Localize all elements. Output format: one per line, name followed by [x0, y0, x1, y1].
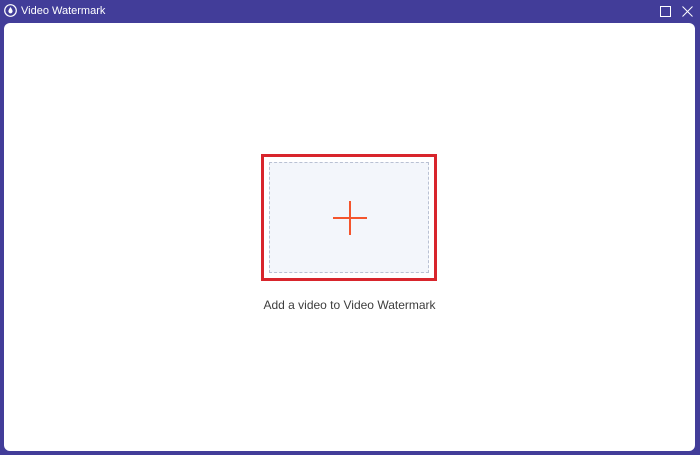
- window-title: Video Watermark: [21, 5, 106, 17]
- close-icon: [681, 5, 693, 17]
- add-video-label: Add a video to Video Watermark: [263, 298, 436, 312]
- maximize-icon: [659, 5, 671, 17]
- plus-icon[interactable]: [333, 201, 367, 235]
- title-bar[interactable]: Video Watermark: [0, 0, 700, 22]
- add-video-drop-zone-highlight[interactable]: [261, 154, 437, 281]
- water-drop-icon: [4, 4, 17, 17]
- add-video-drop-zone[interactable]: [269, 162, 429, 273]
- plus-icon-vertical: [349, 201, 351, 235]
- app-window: Video Watermark Add a video to Video Wat…: [0, 0, 700, 455]
- maximize-button[interactable]: [657, 3, 673, 19]
- main-content: Add a video to Video Watermark: [4, 23, 695, 451]
- close-button[interactable]: [679, 3, 695, 19]
